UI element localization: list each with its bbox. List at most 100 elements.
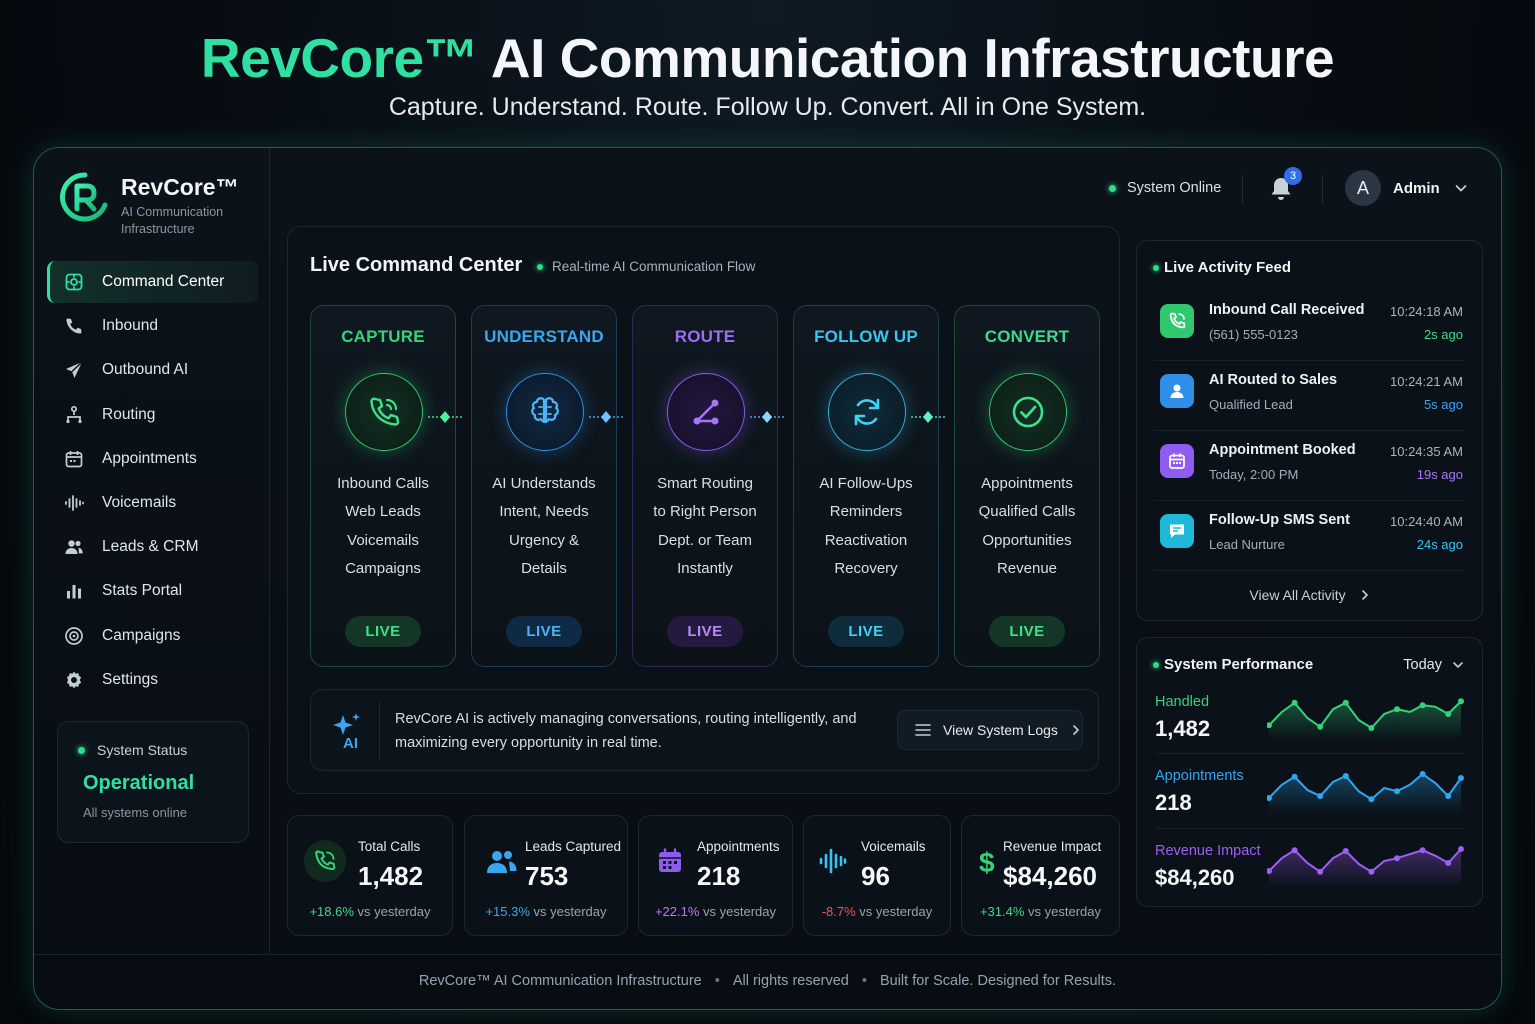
brand-name: RevCore™	[200, 27, 479, 89]
divider	[379, 702, 380, 760]
stat-card-voicemails[interactable]: Voicemails 96 -8.7% vs yesterday	[803, 815, 951, 936]
sidebar-item-leads-crm[interactable]: Leads & CRM	[47, 526, 258, 568]
divider	[1155, 828, 1466, 829]
stat-value: 753	[525, 861, 569, 891]
list-item[interactable]: Follow-Up SMS Sent Lead Nurture 10:24:40…	[1154, 501, 1465, 571]
sparkline-point	[1458, 775, 1464, 781]
stage-convert[interactable]: CONVERT Appointments Qualified Calls Opp…	[954, 305, 1100, 667]
target-icon	[64, 626, 84, 646]
app-window: RevCore™ AI Communication Infrastructure…	[33, 147, 1502, 1010]
sidebar-item-command-center[interactable]: Command Center	[47, 261, 258, 303]
routing-icon	[693, 399, 719, 425]
sparkline-point	[1394, 788, 1400, 795]
stage-line: Voicemails	[347, 531, 419, 549]
footer: RevCore™ AI Communication Infrastructure…	[34, 973, 1501, 989]
period-dropdown[interactable]: Today	[1403, 657, 1464, 673]
footer-separator: •	[714, 973, 720, 989]
stat-value: 96	[861, 861, 890, 891]
sidebar-item-settings[interactable]: Settings	[47, 659, 258, 701]
stat-label: Leads Captured	[525, 839, 622, 854]
sidebar-item-inbound[interactable]: Inbound	[47, 305, 258, 347]
flow-connector-icon	[589, 411, 623, 423]
stat-value: 1,482	[358, 861, 424, 891]
stage-capture[interactable]: CAPTURE Inbound Calls Web Leads Voicemai…	[310, 305, 456, 667]
performance-label: Revenue Impact	[1155, 843, 1261, 859]
calendar-icon	[1160, 444, 1194, 478]
stage-icon-circle	[345, 373, 423, 451]
phone-icon	[1160, 304, 1194, 338]
svg-text:$: $	[979, 847, 995, 877]
refresh-icon	[854, 398, 880, 426]
system-status-label: System Status	[97, 742, 188, 758]
performance-value: 1,482	[1155, 716, 1211, 741]
stage-follow-up[interactable]: FOLLOW UP AI Follow-Ups Reminders Reacti…	[793, 305, 939, 667]
sidebar-item-label: Settings	[102, 670, 159, 688]
system-status-card: System Status Operational All systems on…	[57, 721, 249, 843]
sidebar-item-campaigns[interactable]: Campaigns	[47, 615, 258, 657]
feed-item-time: 10:24:21 AM	[1390, 374, 1463, 389]
stat-label: Appointments	[697, 839, 780, 854]
sparkline-point	[1317, 868, 1324, 875]
chevron-down-icon[interactable]	[1454, 181, 1468, 195]
user-name[interactable]: Admin	[1393, 180, 1440, 197]
status-dot-icon	[1153, 661, 1159, 668]
sidebar-item-outbound-ai[interactable]: Outbound AI	[47, 349, 258, 391]
stat-value: 218	[697, 861, 741, 891]
trend-suffix: vs yesterday	[533, 904, 607, 919]
sidebar-item-routing[interactable]: Routing	[47, 394, 258, 436]
stage-line: Details	[521, 559, 567, 577]
view-all-label: View All Activity	[1249, 587, 1346, 603]
check-circle-icon	[1012, 396, 1044, 428]
stage-route[interactable]: ROUTE Smart Routing to Right Person Dept…	[632, 305, 778, 667]
view-system-logs-button[interactable]: View System Logs	[897, 710, 1083, 750]
feed-title: Live Activity Feed	[1164, 259, 1291, 276]
list-icon	[915, 724, 931, 736]
footer-separator: •	[861, 973, 867, 989]
flow-connector-icon	[750, 411, 784, 423]
feed-item-ago: 24s ago	[1416, 537, 1463, 552]
stage-line: Qualified Calls	[978, 503, 1076, 521]
flow-connector-icon	[428, 411, 462, 423]
avatar[interactable]: A	[1345, 170, 1381, 206]
sidebar-item-label: Outbound AI	[102, 361, 189, 379]
sidebar-item-stats-portal[interactable]: Stats Portal	[47, 570, 258, 612]
phone-icon	[304, 840, 346, 882]
performance-value: 218	[1155, 790, 1192, 815]
sidebar-item-voicemails[interactable]: Voicemails	[47, 482, 258, 524]
stage-title: UNDERSTAND	[484, 327, 604, 346]
ai-sparkle-icon: AI	[333, 713, 360, 751]
sidebar-item-label: Campaigns	[102, 626, 181, 644]
stat-card-leads-captured[interactable]: Leads Captured 753 +15.3% vs yesterday	[464, 815, 628, 936]
stat-card-revenue-impact[interactable]: $ Revenue Impact $84,260 +31.4% vs yeste…	[961, 815, 1120, 936]
message-icon	[1160, 514, 1194, 548]
sparkline-point	[1394, 855, 1400, 862]
sidebar-item-label: Inbound	[102, 317, 159, 335]
sidebar-item-label: Stats Portal	[102, 582, 183, 600]
brain-icon	[531, 397, 559, 424]
stage-line: Web Leads	[345, 503, 421, 521]
stat-label: Revenue Impact	[1003, 839, 1102, 854]
performance-label: Handled	[1155, 694, 1210, 710]
view-all-activity-link[interactable]: View All Activity	[1137, 587, 1482, 603]
stage-title: FOLLOW UP	[814, 327, 918, 346]
stage-title: CAPTURE	[341, 327, 425, 346]
live-badge: LIVE	[506, 616, 582, 647]
system-online-indicator: System Online	[1109, 180, 1221, 196]
stat-trend: +18.6% vs yesterday	[288, 904, 452, 919]
waveform-icon	[64, 493, 84, 513]
list-item[interactable]: Inbound Call Received (561) 555-0123 10:…	[1154, 291, 1465, 361]
sidebar-item-appointments[interactable]: Appointments	[47, 438, 258, 480]
stat-card-total-calls[interactable]: Total Calls 1,482 +18.6% vs yesterday	[287, 815, 453, 936]
sparkline-point	[1419, 771, 1426, 777]
stage-understand[interactable]: UNDERSTAND AI Understands Intent, Needs …	[471, 305, 617, 667]
sparkline-point	[1291, 847, 1298, 854]
list-item[interactable]: Appointment Booked Today, 2:00 PM 10:24:…	[1154, 431, 1465, 501]
stat-value: $84,260	[1003, 861, 1097, 891]
list-item[interactable]: AI Routed to Sales Qualified Lead 10:24:…	[1154, 361, 1465, 431]
stage-title: CONVERT	[984, 327, 1070, 346]
sparkline-point	[1317, 723, 1324, 730]
sidebar-item-label: Command Center	[102, 273, 225, 290]
stat-card-appointments[interactable]: Appointments 218 +22.1% vs yesterday	[638, 815, 793, 936]
feed-item-subtitle: Lead Nurture	[1209, 537, 1285, 552]
trend-value: -8.7%	[821, 904, 856, 919]
